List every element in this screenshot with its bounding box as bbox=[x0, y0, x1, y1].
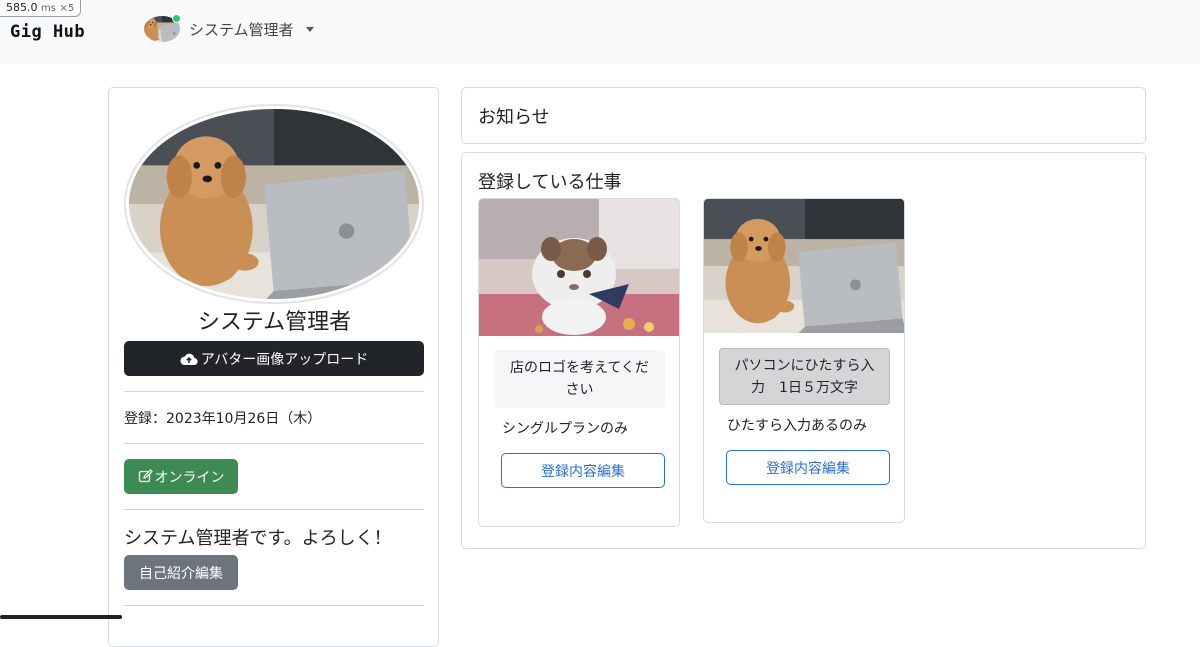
brand-logo[interactable]: Gig Hub bbox=[10, 22, 85, 42]
cloud-upload-icon bbox=[180, 353, 198, 365]
online-status-dot bbox=[172, 14, 181, 23]
perf-mult: ×5 bbox=[59, 3, 75, 14]
profile-card: システム管理者 アバター画像アップロード 登録：2023年10月26日（木） オ… bbox=[108, 87, 439, 647]
user-menu-toggle[interactable]: システム管理者 bbox=[144, 14, 314, 44]
registration-date: 登録：2023年10月26日（木） bbox=[124, 411, 322, 427]
profile-name: システム管理者 bbox=[197, 310, 352, 335]
job-card[interactable]: パソコンにひたすら入力 1日５万文字 ひたすら入力あるのみ 登録内容編集 bbox=[703, 198, 905, 523]
perf-value: 585.0 bbox=[6, 1, 38, 14]
perf-unit: ms bbox=[41, 3, 56, 14]
chevron-down-icon bbox=[305, 26, 314, 32]
divider bbox=[124, 509, 424, 510]
profile-avatar bbox=[124, 104, 424, 304]
job-image-cat bbox=[479, 199, 679, 336]
self-introduction: システム管理者です。よろしく！ bbox=[124, 528, 392, 549]
nav-user-name: システム管理者 bbox=[189, 20, 294, 39]
perf-badge: 585.0 ms ×5 bbox=[0, 0, 82, 17]
job-image-poodle bbox=[704, 199, 904, 333]
registered-jobs-card: 登録している仕事 店のロゴを考えてください シングルプランのみ 登録内容編集 パ… bbox=[461, 152, 1146, 549]
horizontal-scrollbar[interactable] bbox=[0, 615, 122, 619]
jobs-title: 登録している仕事 bbox=[478, 172, 622, 193]
edit-intro-button[interactable]: 自己紹介編集 bbox=[124, 555, 238, 590]
divider bbox=[124, 391, 424, 392]
job-plan: シングルプランのみ bbox=[502, 421, 628, 437]
job-plan: ひたすら入力あるのみ bbox=[727, 418, 867, 434]
online-status-button[interactable]: オンライン bbox=[124, 459, 238, 494]
job-card[interactable]: 店のロゴを考えてください シングルプランのみ 登録内容編集 bbox=[478, 198, 680, 527]
avatar-upload-label: アバター画像アップロード bbox=[200, 351, 369, 368]
job-edit-button[interactable]: 登録内容編集 bbox=[726, 450, 890, 485]
avatar-upload-button[interactable]: アバター画像アップロード bbox=[124, 341, 424, 376]
job-title: パソコンにひたすら入力 1日５万文字 bbox=[719, 348, 890, 405]
job-edit-button[interactable]: 登録内容編集 bbox=[501, 453, 665, 488]
news-card: お知らせ bbox=[461, 87, 1146, 144]
job-title: 店のロゴを考えてください bbox=[494, 350, 665, 408]
navbar: Gig Hub システム管理者 bbox=[0, 0, 1200, 64]
divider bbox=[124, 443, 424, 444]
online-status-label: オンライン bbox=[154, 469, 225, 486]
edit-icon bbox=[138, 469, 153, 483]
news-title: お知らせ bbox=[478, 107, 550, 128]
divider bbox=[124, 605, 424, 606]
